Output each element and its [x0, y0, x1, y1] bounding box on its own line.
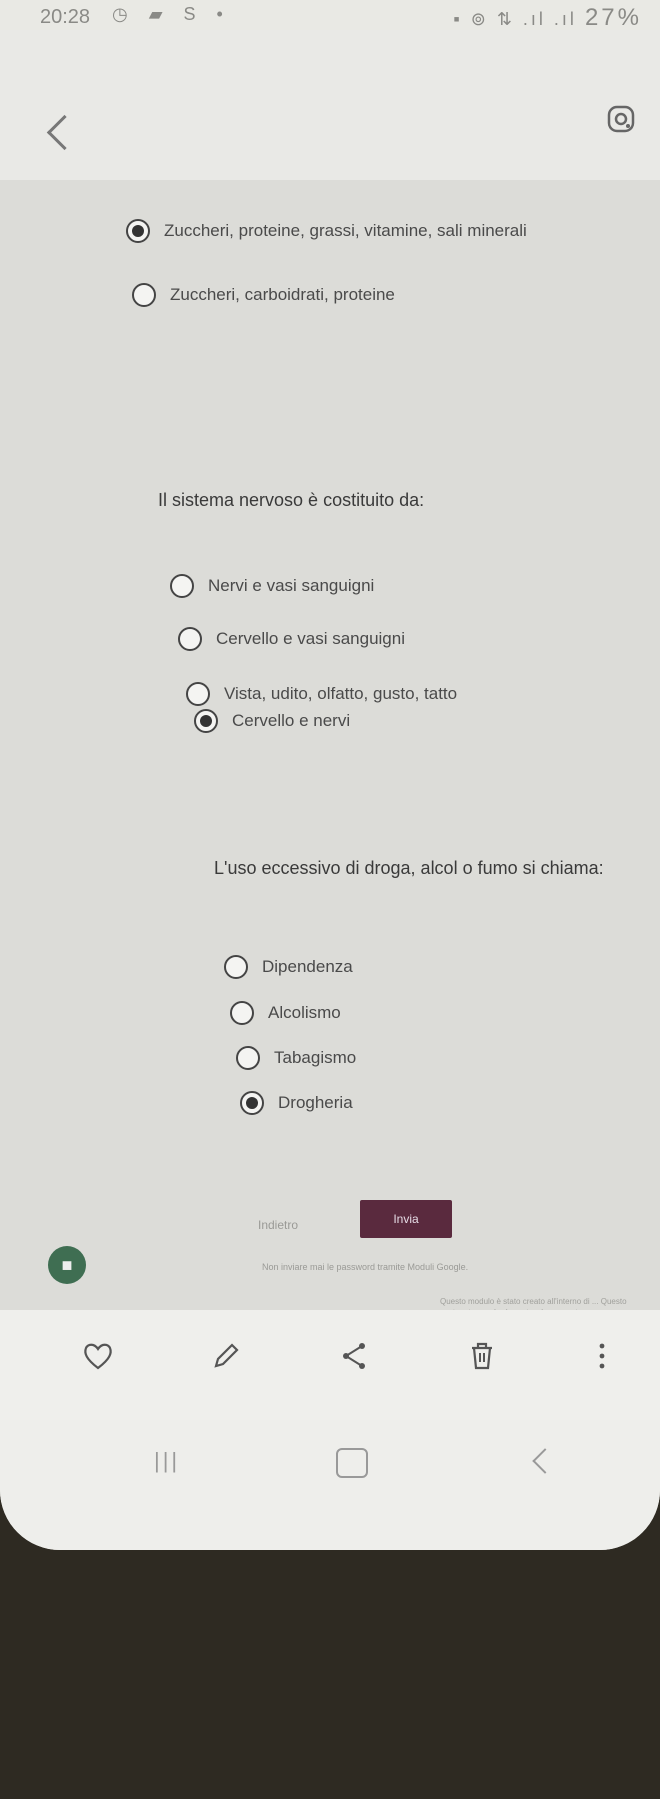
system-nav-bar — [0, 1420, 660, 1550]
option-label: Zuccheri, carboidrati, proteine — [170, 285, 395, 304]
radio-selected[interactable] — [194, 709, 218, 733]
signal-icons: ▪ ⊚ ⇅ .ıl .ıl — [453, 9, 577, 29]
google-lens-icon[interactable] — [606, 104, 636, 134]
radio-unselected[interactable] — [186, 682, 210, 706]
option-label: Vista, udito, olfatto, gusto, tatto — [224, 684, 458, 703]
radio-unselected[interactable] — [170, 574, 194, 598]
option-label: Drogheria — [278, 1093, 353, 1112]
back-button[interactable]: Indietro — [258, 1218, 348, 1246]
trash-icon[interactable] — [462, 1338, 502, 1378]
system-icons: ▪ ⊚ ⇅ .ıl .ıl 27% — [453, 4, 642, 32]
share-icon[interactable] — [334, 1338, 374, 1378]
radio-unselected[interactable] — [230, 1001, 254, 1025]
heart-icon[interactable] — [78, 1338, 118, 1378]
radio-unselected[interactable] — [178, 627, 202, 651]
option-label: Cervello e nervi — [232, 711, 351, 730]
form-content — [0, 180, 660, 1310]
phone-screen: 20:28 ◷ ▰ S • ▪ ⊚ ⇅ .ıl .ıl 27% Zuccheri… — [0, 0, 660, 1550]
option-label: Cervello e vasi sanguigni — [216, 629, 405, 648]
notification-icons: ◷ ▰ S • — [112, 4, 231, 24]
more-vertical-icon[interactable] — [582, 1338, 622, 1378]
radio-unselected[interactable] — [132, 283, 156, 307]
option-label: Tabagismo — [274, 1048, 357, 1067]
option-label: Dipendenza — [262, 957, 353, 976]
submit-button[interactable]: Invia — [360, 1200, 452, 1238]
status-bar: 20:28 ◷ ▰ S • ▪ ⊚ ⇅ .ıl .ıl 27% — [0, 0, 660, 32]
radio-unselected[interactable] — [236, 1046, 260, 1070]
recent-apps-icon[interactable]: ||| — [154, 1448, 184, 1474]
question-uso-eccessivo: L'uso eccessivo di droga, alcol o fumo s… — [214, 858, 604, 878]
option-label: Nervi e vasi sanguigni — [208, 576, 375, 595]
home-icon[interactable] — [336, 1448, 368, 1478]
app-header — [0, 30, 660, 180]
password-warning: Non inviare mai le password tramite Modu… — [262, 1262, 469, 1272]
option-label: Alcolismo — [268, 1003, 341, 1022]
pencil-icon[interactable] — [206, 1338, 246, 1378]
radio-selected[interactable] — [240, 1091, 264, 1115]
option-label: Zuccheri, proteine, grassi, vitamine, sa… — [164, 221, 527, 240]
lens-svg — [607, 105, 635, 133]
radio-selected[interactable] — [126, 219, 150, 243]
chat-fab-icon[interactable]: ■ — [48, 1246, 86, 1284]
battery-level: 27% — [584, 4, 642, 31]
radio-unselected[interactable] — [224, 955, 248, 979]
status-time: 20:28 — [40, 6, 91, 28]
question-sistema-nervoso: Il sistema nervoso è costituito da: — [158, 490, 425, 510]
